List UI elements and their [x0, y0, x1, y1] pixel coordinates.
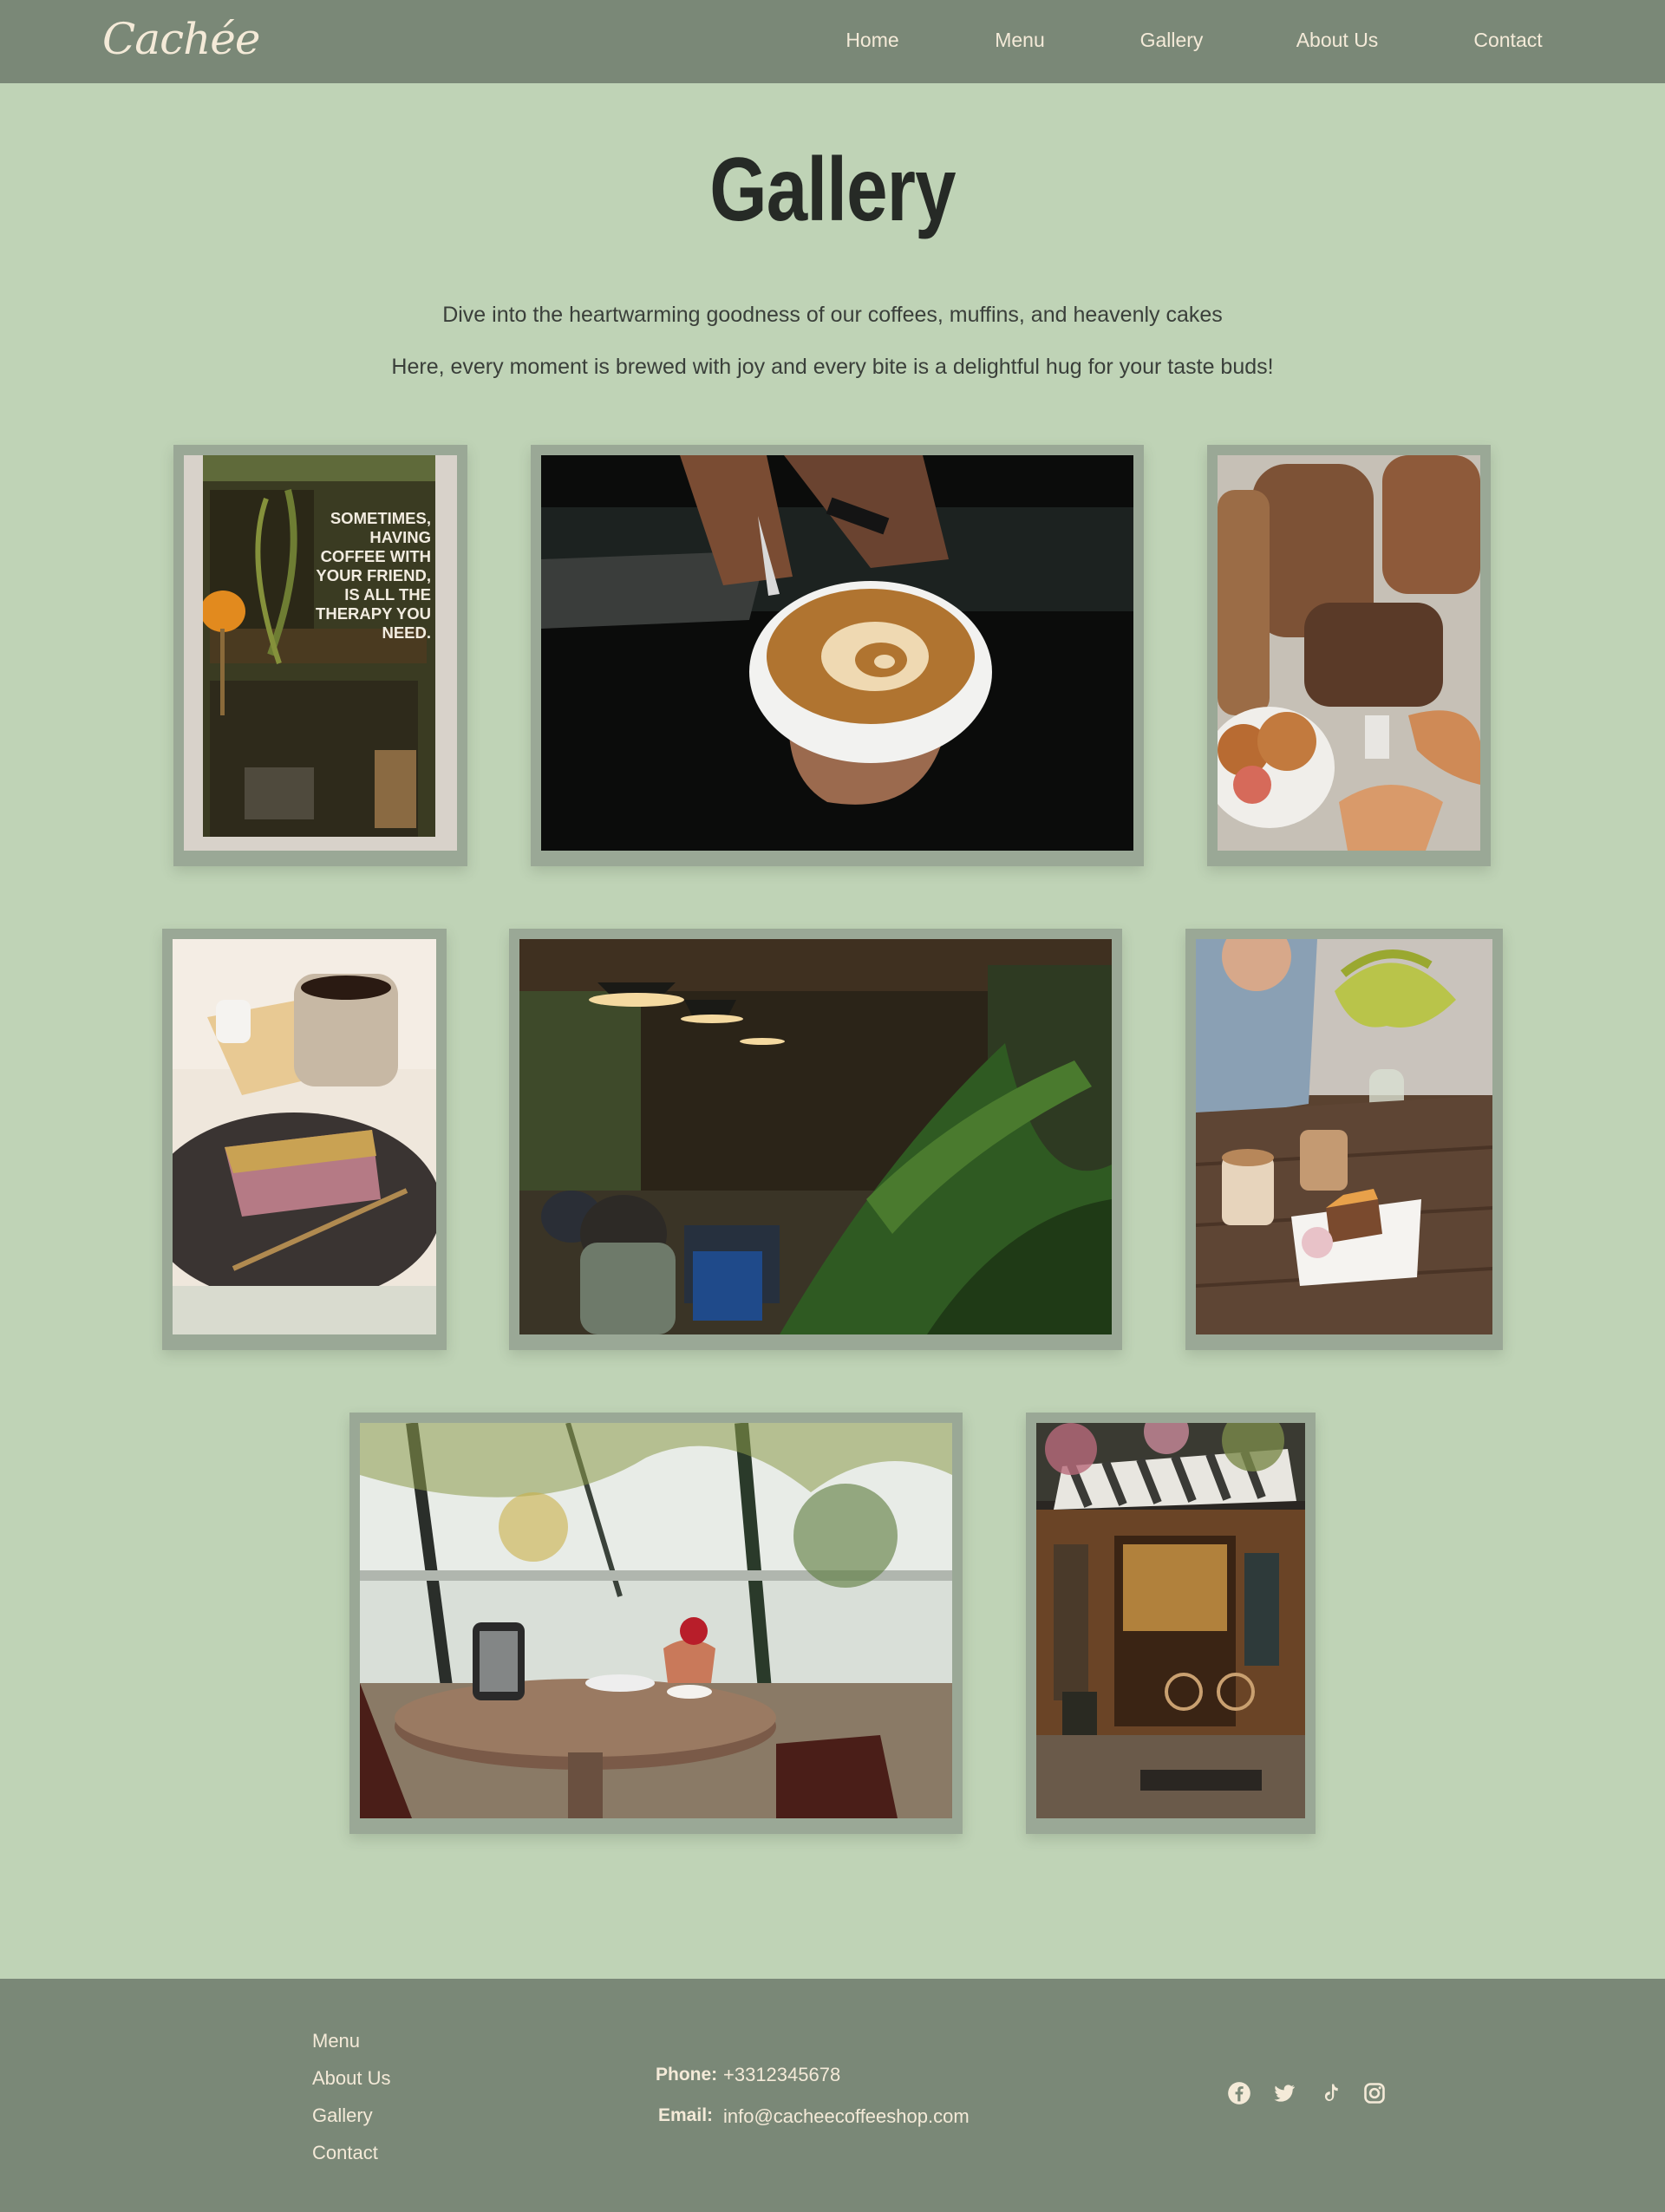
main-nav: Home Menu Gallery About Us Contact: [0, 0, 1665, 83]
photo-cafe-window-image: SOMETIMES, HAVING COFFEE WITH YOUR FRIEN…: [184, 455, 457, 851]
nav-gallery[interactable]: Gallery: [1140, 29, 1204, 52]
site-footer: [0, 1979, 1665, 2212]
gallery-photo-pastry-jars[interactable]: [1207, 445, 1491, 866]
gallery-photo-latte-art[interactable]: [531, 445, 1144, 866]
gallery-photo-cafe-storefront[interactable]: [1026, 1413, 1316, 1834]
coffee-quote-sign: SOMETIMES, HAVING COFFEE WITH YOUR FRIEN…: [316, 509, 431, 642]
intro-line-1: Dive into the heartwarming goodness of o…: [442, 303, 1223, 327]
photo-cafe-storefront-image: [1036, 1423, 1305, 1818]
phone-value: +3312345678: [723, 2064, 841, 2085]
top-navbar: Cachée Home Menu Gallery About Us Contac…: [0, 0, 1665, 83]
facebook-icon[interactable]: [1227, 2081, 1251, 2105]
nav-menu[interactable]: Menu: [995, 29, 1045, 52]
photo-cafe-interior-image: [519, 939, 1112, 1334]
photo-pastry-jars-image: [1218, 455, 1480, 851]
phone-label: Phone:: [656, 2065, 718, 2085]
email-label: Email:: [658, 2105, 714, 2125]
photo-latte-art-image: [541, 455, 1133, 851]
photo-greenhouse-table-image: [360, 1423, 952, 1818]
nav-contact[interactable]: Contact: [1473, 29, 1542, 52]
page-title: Gallery: [709, 140, 956, 240]
gallery-photo-cafe-window[interactable]: SOMETIMES, HAVING COFFEE WITH YOUR FRIEN…: [173, 445, 467, 866]
gallery-photo-cake-coffee[interactable]: [162, 929, 447, 1350]
twitter-icon[interactable]: [1272, 2081, 1296, 2105]
intro-line-2: Here, every moment is brewed with joy an…: [391, 355, 1274, 379]
nav-home[interactable]: Home: [846, 29, 898, 52]
gallery-photo-table-flowers[interactable]: [1185, 929, 1503, 1350]
gallery-photo-greenhouse-table[interactable]: [349, 1413, 963, 1834]
footer-link-menu[interactable]: Menu: [312, 2030, 360, 2052]
photo-cake-coffee-image: [173, 939, 436, 1334]
footer-link-about-us[interactable]: About Us: [312, 2067, 391, 2090]
email-value[interactable]: info@cacheecoffeeshop.com: [723, 2105, 970, 2128]
instagram-icon[interactable]: [1362, 2081, 1387, 2105]
tiktok-icon[interactable]: [1317, 2081, 1342, 2105]
footer-link-contact[interactable]: Contact: [312, 2142, 378, 2164]
photo-table-flowers-image: [1196, 939, 1492, 1334]
nav-about-us[interactable]: About Us: [1296, 29, 1379, 52]
footer-link-gallery[interactable]: Gallery: [312, 2104, 373, 2127]
gallery-photo-cafe-interior[interactable]: [509, 929, 1122, 1350]
